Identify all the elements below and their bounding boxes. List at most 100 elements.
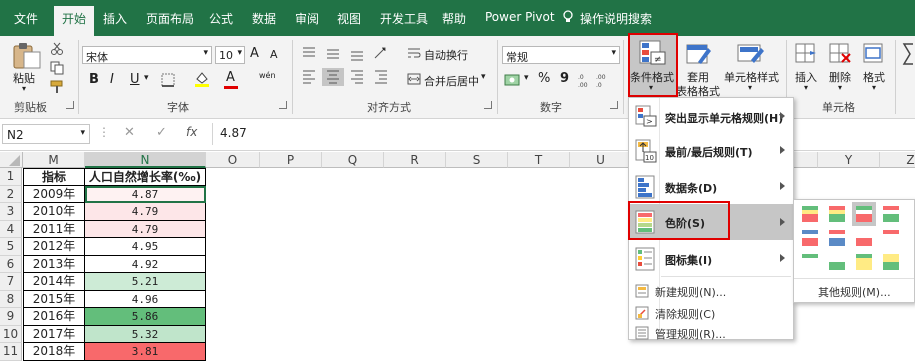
year-cell[interactable]: 2013年 — [23, 255, 85, 273]
menu-item-top-bottom-rules[interactable]: 10 最前/最后规则(T) — [629, 134, 793, 168]
tab-developer[interactable]: 开发工具 — [380, 10, 428, 27]
year-cell[interactable]: 2018年 — [23, 343, 85, 361]
tab-power-pivot[interactable]: Power Pivot — [485, 10, 555, 24]
phonetic-guide-icon[interactable]: wén — [259, 71, 276, 80]
font-color-icon[interactable]: A — [226, 70, 235, 85]
row-header-2[interactable]: 2 — [0, 185, 22, 203]
column-header-s[interactable]: S — [446, 152, 508, 168]
year-cell[interactable]: 2012年 — [23, 238, 85, 256]
menu-item-manage-rules[interactable]: 管理规则(R)... — [629, 324, 793, 342]
growth-value-cell[interactable]: 4.95 — [85, 238, 206, 256]
column-header-m[interactable]: M — [23, 152, 85, 168]
formula-bar-options-icon[interactable]: ⋮ — [98, 125, 110, 139]
column-header-t[interactable]: T — [508, 152, 570, 168]
cell-styles-icon[interactable] — [737, 42, 765, 68]
growth-value-cell[interactable]: 4.79 — [85, 220, 206, 238]
delete-cells-icon[interactable] — [828, 42, 852, 66]
alignment-launcher-icon[interactable] — [484, 101, 492, 109]
header-cell-growth-rate[interactable]: 人口自然增长率(‰) — [85, 168, 206, 186]
growth-value-cell[interactable]: 4.96 — [85, 290, 206, 308]
menu-item-new-rule[interactable]: 新建规则(N)... — [629, 280, 793, 302]
cut-icon[interactable] — [50, 42, 64, 56]
growth-value-cell[interactable]: 4.87 — [85, 185, 206, 203]
font-size-select[interactable]: 10 ▾ — [215, 46, 245, 64]
header-cell-indicator[interactable]: 指标 — [23, 168, 85, 186]
number-format-select[interactable]: 常规 ▾ — [502, 46, 620, 64]
bold-button[interactable]: B — [89, 72, 99, 87]
clipboard-launcher-icon[interactable] — [66, 101, 74, 109]
merge-center-icon[interactable] — [407, 72, 421, 86]
border-icon[interactable] — [160, 72, 178, 88]
wrap-text-icon[interactable] — [407, 46, 421, 60]
decimal-places-icon[interactable]: .0.00.00.0 — [578, 72, 614, 88]
row-header-7[interactable]: 7 — [0, 273, 22, 291]
color-scale-swatch[interactable] — [802, 230, 818, 246]
tab-formulas[interactable]: 公式 — [209, 10, 233, 27]
growth-value-cell[interactable]: 5.32 — [85, 325, 206, 343]
color-scale-swatch[interactable] — [856, 230, 872, 246]
column-header-y[interactable]: Y — [818, 152, 880, 168]
column-header-r[interactable]: R — [384, 152, 446, 168]
accounting-dropdown-icon[interactable]: ▾ — [524, 73, 529, 83]
menu-item-clear-rules[interactable]: 清除规则(C) — [629, 302, 793, 324]
growth-value-cell[interactable]: 5.21 — [85, 273, 206, 291]
paste-icon[interactable] — [10, 40, 44, 70]
color-scale-swatch[interactable] — [829, 254, 845, 270]
row-header-9[interactable]: 9 — [0, 308, 22, 326]
color-scale-swatch[interactable] — [856, 254, 872, 270]
copy-icon[interactable] — [50, 61, 64, 75]
formula-input[interactable]: 4.87 — [220, 126, 247, 140]
year-cell[interactable]: 2009年 — [23, 185, 85, 203]
row-header-11[interactable]: 11 — [0, 343, 22, 361]
more-rules-item[interactable]: 其他规则(M)... — [818, 284, 891, 300]
menu-item-highlight-rules[interactable]: > 突出显示单元格规则(H) — [629, 100, 793, 134]
color-scale-swatch[interactable] — [883, 206, 899, 222]
year-cell[interactable]: 2015年 — [23, 290, 85, 308]
tab-data[interactable]: 数据 — [252, 10, 276, 27]
color-scale-swatch[interactable] — [829, 230, 845, 246]
format-as-table-icon[interactable] — [686, 42, 712, 68]
format-painter-icon[interactable] — [50, 80, 64, 94]
row-header-3[interactable]: 3 — [0, 203, 22, 221]
font-launcher-icon[interactable] — [279, 101, 287, 109]
growth-value-cell[interactable]: 4.92 — [85, 255, 206, 273]
underline-button[interactable]: U — [130, 72, 140, 87]
tab-file[interactable]: 文件 — [14, 10, 38, 27]
growth-value-cell[interactable]: 4.79 — [85, 203, 206, 221]
fill-color-icon[interactable] — [193, 70, 211, 88]
name-box[interactable]: N2 ▾ — [2, 124, 90, 144]
row-header-4[interactable]: 4 — [0, 220, 22, 238]
wrap-text-button[interactable]: 自动换行 — [424, 47, 468, 63]
accounting-format-icon[interactable] — [504, 72, 522, 88]
row-header-8[interactable]: 8 — [0, 290, 22, 308]
color-scale-swatch[interactable] — [829, 206, 845, 222]
color-scale-swatch[interactable] — [852, 202, 876, 226]
column-header-p[interactable]: P — [260, 152, 322, 168]
italic-button[interactable]: I — [110, 72, 114, 87]
merge-dropdown-icon[interactable]: ▾ — [481, 72, 486, 82]
tab-help[interactable]: 帮助 — [442, 10, 466, 27]
cancel-icon[interactable]: ✕ — [124, 125, 135, 140]
menu-item-data-bars[interactable]: 数据条(D) — [629, 170, 793, 204]
autosum-icon[interactable] — [902, 42, 915, 66]
growth-value-cell[interactable]: 3.81 — [85, 343, 206, 361]
year-cell[interactable]: 2016年 — [23, 308, 85, 326]
insert-cells-icon[interactable] — [794, 42, 818, 66]
tell-me-search[interactable]: 操作说明搜索 — [580, 10, 652, 27]
column-header-z[interactable]: Z — [880, 152, 915, 168]
merge-center-button[interactable]: 合并后居中 — [424, 73, 479, 89]
column-header-n[interactable]: N — [85, 152, 206, 168]
tell-me-icon[interactable] — [562, 10, 574, 25]
insert-function-icon[interactable]: fx — [186, 125, 197, 139]
alignment-buttons-icon[interactable] — [300, 44, 400, 88]
tab-review[interactable]: 审阅 — [295, 10, 319, 27]
shrink-font-icon[interactable]: A — [270, 48, 278, 61]
underline-dropdown-icon[interactable]: ▾ — [144, 73, 149, 83]
paste-dropdown-icon[interactable]: ▾ — [22, 84, 26, 93]
color-scale-swatch[interactable] — [883, 230, 899, 246]
year-cell[interactable]: 2011年 — [23, 220, 85, 238]
column-header-u[interactable]: U — [570, 152, 632, 168]
tab-insert[interactable]: 插入 — [103, 10, 127, 27]
year-cell[interactable]: 2017年 — [23, 325, 85, 343]
menu-item-icon-sets[interactable]: 图标集(I) — [629, 242, 793, 276]
